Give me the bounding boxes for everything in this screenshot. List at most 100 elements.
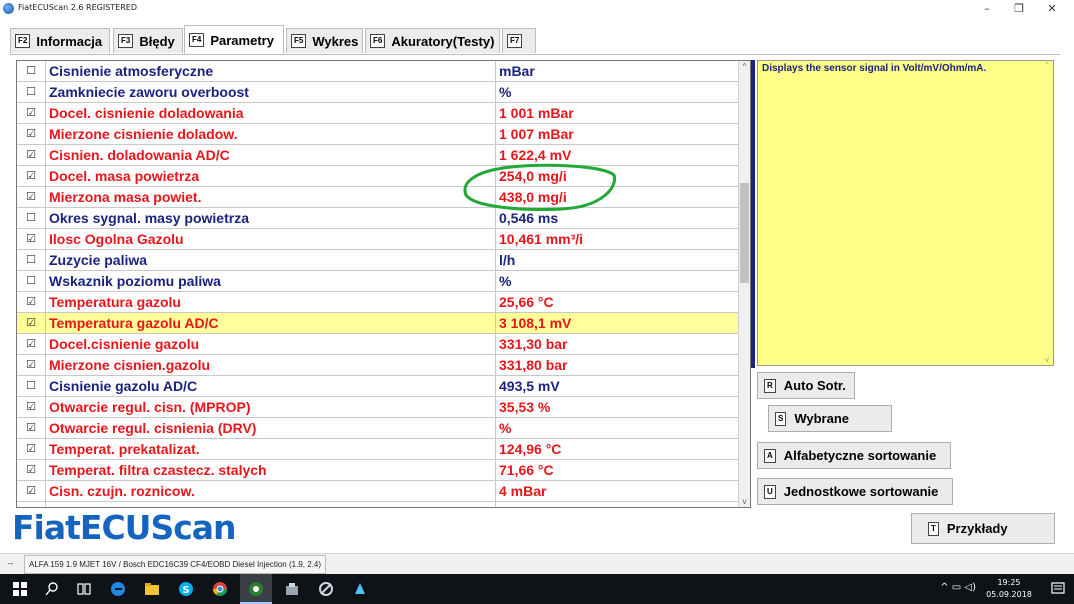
scroll-down-icon[interactable]: v bbox=[739, 496, 750, 507]
parameter-name: Mierzone cisnien.gazolu bbox=[49, 357, 211, 373]
row-checkbox[interactable]: ☐ bbox=[17, 376, 46, 396]
parameter-row[interactable]: ☑ Temperatura gazolu AD/C 3 108,1 mV bbox=[17, 313, 738, 334]
parameter-row[interactable]: ☑ Ilosc Ogolna Gazolu 10,461 mm³/i bbox=[17, 229, 738, 250]
parameter-row[interactable]: ☐ Cisnienie atmosferyczne mBar bbox=[17, 61, 738, 82]
app-icon-2[interactable] bbox=[318, 581, 334, 597]
tab-divider bbox=[10, 54, 1060, 55]
selected-button[interactable]: S Wybrane bbox=[768, 405, 892, 432]
button-key: T bbox=[928, 521, 939, 536]
row-checkbox[interactable]: ☑ bbox=[17, 355, 46, 375]
parameter-row[interactable]: ☐ Cisnienie gazolu AD/C 493,5 mV bbox=[17, 376, 738, 397]
row-checkbox[interactable]: ☐ bbox=[17, 61, 46, 81]
clock[interactable]: 19:25 05.09.2018 bbox=[986, 577, 1032, 601]
scroll-thumb[interactable] bbox=[740, 183, 749, 283]
row-checkbox[interactable]: ☑ bbox=[17, 418, 46, 438]
column-separator bbox=[495, 124, 496, 144]
row-checkbox[interactable]: ☑ bbox=[17, 292, 46, 312]
row-checkbox[interactable]: ☑ bbox=[17, 229, 46, 249]
parameter-table[interactable]: ☐ Cisnienie atmosferyczne mBar ☐ Zamkniecie … bbox=[16, 60, 751, 508]
row-checkbox[interactable]: ☐ bbox=[17, 250, 46, 270]
parameter-row[interactable]: ☑ Temperat. filtra czastecz. stalych 71,66… bbox=[17, 460, 738, 481]
tab-label: Informacja bbox=[36, 33, 103, 49]
row-checkbox[interactable]: ☑ bbox=[17, 166, 46, 186]
parameter-row[interactable]: ☐ Wskaznik poziomu paliwa% bbox=[17, 271, 738, 292]
tab-wykres[interactable]: F5 Wykres bbox=[286, 28, 363, 53]
table-scrollbar[interactable]: ^ v bbox=[738, 61, 750, 507]
row-checkbox[interactable]: ☐ bbox=[17, 82, 46, 102]
row-checkbox[interactable]: ☑ bbox=[17, 124, 46, 144]
tab-key: F4 bbox=[189, 33, 205, 47]
parameter-row[interactable]: ☑ Mierzone cisnien.gazolu 331,80 bar bbox=[17, 355, 738, 376]
taskbar-running-app[interactable] bbox=[240, 574, 272, 604]
parameter-row[interactable]: ☐ Zuzycie paliwa l/h bbox=[17, 250, 738, 271]
parameter-value: 1 001 mBar bbox=[499, 105, 574, 121]
minimize-button[interactable]: – bbox=[971, 0, 1003, 18]
row-checkbox[interactable]: ☑ bbox=[17, 481, 46, 501]
edge-icon[interactable] bbox=[110, 581, 126, 597]
unit-sort-button[interactable]: U Jednostkowe sortowanie bbox=[757, 478, 953, 505]
app-icon-1[interactable] bbox=[284, 581, 300, 597]
file-explorer-icon[interactable] bbox=[144, 581, 160, 597]
auto-sort-button[interactable]: R Auto Sotr. bbox=[757, 372, 855, 399]
close-button[interactable]: ✕ bbox=[1036, 0, 1068, 18]
parameter-value: 71,66 °C bbox=[499, 462, 554, 478]
description-scrollbar[interactable]: ^ v bbox=[1042, 62, 1052, 364]
row-checkbox[interactable]: ☑ bbox=[17, 397, 46, 417]
parameter-name: Docel. cisnienie doladowania bbox=[49, 105, 244, 121]
button-key: A bbox=[764, 448, 776, 463]
tab-f7[interactable]: F7 bbox=[502, 28, 536, 53]
column-separator bbox=[495, 166, 496, 186]
parameter-row[interactable]: ☑ Cisnien. doladowania AD/C 1 622,4 mV bbox=[17, 145, 738, 166]
notification-icon[interactable] bbox=[1050, 581, 1066, 597]
parameter-row[interactable]: ☑ Mierzona masa powiet. 438,0 mg/i bbox=[17, 187, 738, 208]
parameter-row[interactable]: ☐ Zamkniecie zaworu overboost% bbox=[17, 82, 738, 103]
row-checkbox[interactable]: ☑ bbox=[17, 103, 46, 123]
parameter-row[interactable]: ☑ Otwarcie regul. cisnienia (DRV)% bbox=[17, 418, 738, 439]
parameter-row[interactable]: ☑ Docel.cisnienie gazolu 331,30 bar bbox=[17, 334, 738, 355]
parameter-name: Zuzycie paliwa bbox=[49, 252, 148, 268]
parameter-row[interactable]: ☑ Docel. cisnienie doladowania 1 001 mBar bbox=[17, 103, 738, 124]
parameter-row[interactable]: ☑ Temperatura gazolu 25,66 °C bbox=[17, 292, 738, 313]
desc-scroll-down-icon[interactable]: v bbox=[1042, 357, 1052, 364]
tab-bledy[interactable]: F3 Błędy bbox=[113, 28, 183, 53]
windows-start-icon[interactable] bbox=[12, 581, 28, 597]
parameter-row[interactable]: ☑ Docel. masa powietrza 254,0 mg/i bbox=[17, 166, 738, 187]
parameter-value: % bbox=[499, 273, 512, 289]
skype-icon[interactable]: S bbox=[178, 581, 194, 597]
column-separator bbox=[495, 82, 496, 102]
parameter-row[interactable]: ☑ Temperat. prekatalizat. 124,96 °C bbox=[17, 439, 738, 460]
status-dash: -- bbox=[8, 559, 14, 568]
alphabetical-sort-button[interactable]: A Alfabetyczne sortowanie bbox=[757, 442, 951, 469]
svg-text:S: S bbox=[182, 585, 189, 596]
row-checkbox[interactable]: ☑ bbox=[17, 145, 46, 165]
tab-akuratory[interactable]: F6 Akuratory(Testy) bbox=[365, 28, 500, 53]
row-checkbox[interactable]: ☑ bbox=[17, 334, 46, 354]
desc-scroll-up-icon[interactable]: ^ bbox=[1042, 62, 1052, 69]
row-checkbox[interactable]: ☐ bbox=[17, 208, 46, 228]
parameter-row[interactable]: ☑ Cisn. czujn. roznicow. 4 mBar bbox=[17, 481, 738, 502]
examples-button[interactable]: T Przykłady bbox=[911, 513, 1055, 544]
tab-parametry[interactable]: F4 Parametry bbox=[184, 25, 284, 54]
restore-button[interactable]: ❐ bbox=[1003, 0, 1035, 18]
row-checkbox[interactable]: ☑ bbox=[17, 313, 46, 333]
row-checkbox[interactable]: ☑ bbox=[17, 187, 46, 207]
tab-key: F2 bbox=[15, 34, 31, 48]
parameter-row[interactable]: ☐ Okres sygnal. masy powietrza 0,546 ms bbox=[17, 208, 738, 229]
row-checkbox[interactable]: ☑ bbox=[17, 460, 46, 480]
system-tray[interactable]: ^ ▭ ◁) bbox=[940, 582, 976, 593]
row-checkbox[interactable]: ☑ bbox=[17, 439, 46, 459]
app-icon-3[interactable] bbox=[352, 581, 368, 597]
parameter-value: 331,80 bar bbox=[499, 357, 568, 373]
search-icon[interactable] bbox=[44, 581, 60, 597]
row-checkbox[interactable]: ☐ bbox=[17, 271, 46, 291]
parameter-row[interactable]: ☑ Otwarcie regul. cisn. (MPROP) 35,53 % bbox=[17, 397, 738, 418]
chrome-icon[interactable] bbox=[212, 581, 228, 597]
fiatecuscan-icon[interactable] bbox=[248, 581, 264, 597]
scroll-up-icon[interactable]: ^ bbox=[739, 61, 750, 72]
tab-informacja[interactable]: F2 Informacja bbox=[10, 28, 110, 53]
parameter-name: Mierzona masa powiet. bbox=[49, 189, 202, 205]
column-separator bbox=[495, 229, 496, 249]
parameter-row[interactable]: ☑ Mierzone cisnienie doladow. 1 007 mBar bbox=[17, 124, 738, 145]
task-view-icon[interactable] bbox=[76, 581, 92, 597]
parameter-value: 3 108,1 mV bbox=[499, 315, 572, 331]
